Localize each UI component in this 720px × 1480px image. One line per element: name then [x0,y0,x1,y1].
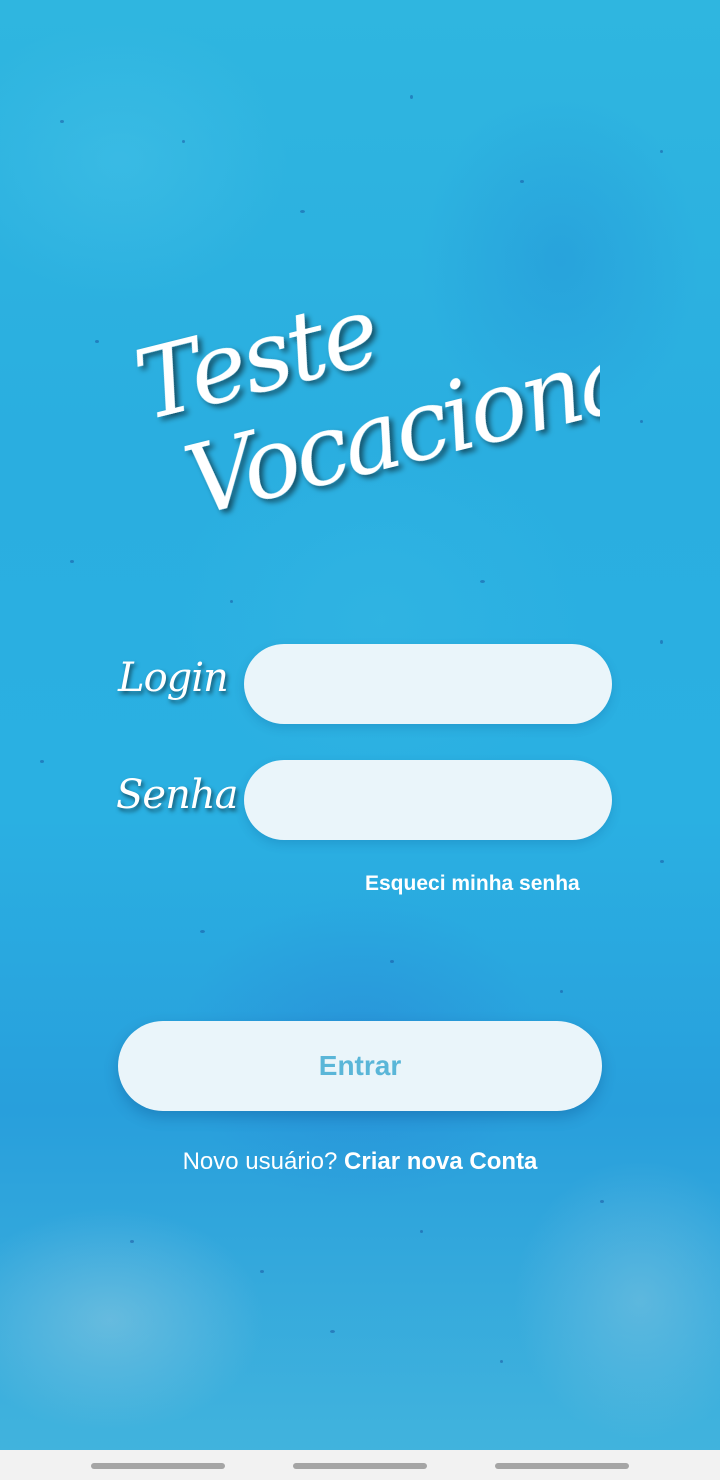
signup-prompt: Novo usuário? [182,1148,345,1175]
app-title: Teste Vocacional [125,275,600,530]
login-screen: Teste Vocacional Login Senha Esqueci min… [0,0,720,1480]
password-input[interactable] [244,760,612,840]
nav-handle-icon[interactable] [91,1463,225,1469]
login-button[interactable]: Entrar [118,1021,602,1111]
nav-handle-icon[interactable] [293,1463,427,1469]
system-navigation-bar [0,1450,720,1480]
login-input[interactable] [244,644,612,724]
create-account-link[interactable]: Criar nova Conta [344,1148,537,1175]
login-label: Login [118,655,229,701]
nav-handle-icon[interactable] [495,1463,629,1469]
signup-row: Novo usuário? Criar nova Conta [0,1148,720,1176]
forgot-password-link[interactable]: Esqueci minha senha [365,872,580,896]
password-label: Senha [116,772,238,818]
